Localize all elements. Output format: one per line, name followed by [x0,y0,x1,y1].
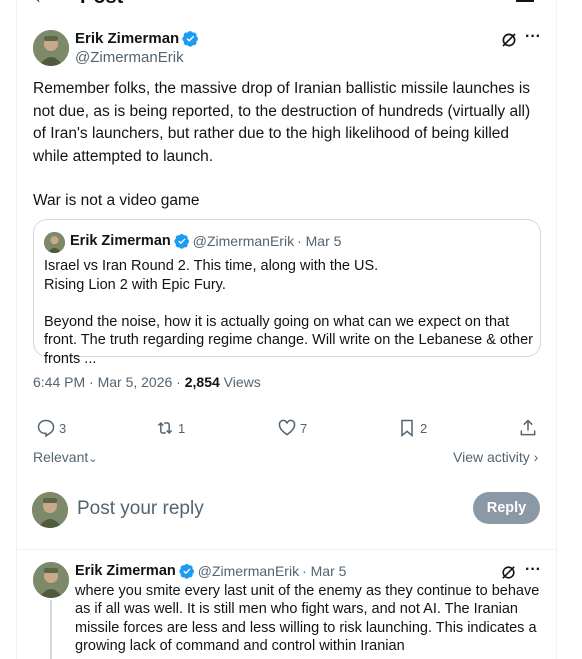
views-label: Views [219,374,261,390]
bookmark-count: 2 [420,420,428,436]
repost-count: 1 [178,420,186,436]
verified-badge-icon [174,234,189,249]
quote-date: · Mar 5 [297,233,342,249]
more-options-icon[interactable]: ··· [525,28,541,46]
action-bar: 3 1 7 2 [33,418,543,442]
views-count: 2,854 [184,374,220,390]
author-handle[interactable]: @ZimermanErik [75,49,184,66]
post-paragraph-2: War is not a video game [33,192,200,209]
view-activity-link[interactable]: View activity › [453,449,538,465]
reply-author-handle: @ZimermanErik [197,563,300,579]
quote-line-3: Beyond the noise, how it is actually goi… [44,313,533,367]
composer-avatar [32,492,68,528]
chevron-down-icon: ⌄ [88,453,98,465]
reply-text: where you smite every last unit of the e… [75,583,540,654]
reply-count: 3 [59,420,67,436]
verified-badge-icon [182,31,199,47]
post-timestamp[interactable]: 6:44 PM · Mar 5, 2026 · [33,374,185,390]
more-options-icon[interactable]: ··· [525,561,541,579]
thread-connector [50,600,52,659]
repost-action[interactable]: 1 [155,418,185,438]
reply-avatar[interactable] [33,562,69,598]
reply-icon [37,419,55,438]
reply-author-name[interactable]: Erik Zimerman @ZimermanErik · Mar 5 [75,563,346,579]
reply-date: · Mar 5 [302,563,347,579]
post-meta: 6:44 PM · Mar 5, 2026 · 2,854 Views [33,374,261,390]
reply-author-name-text: Erik Zimerman [75,563,176,579]
grok-icon[interactable] [500,31,518,49]
back-arrow-icon[interactable]: ← [32,0,52,9]
like-count: 7 [300,420,308,436]
quote-line-2: Rising Lion 2 with Epic Fury. [44,276,226,293]
quoted-post[interactable]: Erik Zimerman @ZimermanErik · Mar 5 Isra… [33,219,541,367]
sort-label: Relevant [33,449,89,465]
quote-avatar [44,232,65,253]
post-paragraph-1: Remember folks, the massive drop of Iran… [33,80,531,165]
like-action[interactable]: 7 [277,418,307,438]
quote-author-handle: @ZimermanErik [192,233,295,249]
chevron-right-icon: › [533,449,539,465]
post-text: Remember folks, the massive drop of Iran… [33,78,543,213]
sort-relevant-dropdown[interactable]: Relevant⌄ [33,449,97,465]
verified-badge-icon [179,564,194,579]
quote-author-name-text: Erik Zimerman [70,233,171,249]
heart-icon [278,419,296,436]
author-name[interactable]: Erik Zimerman [75,30,199,47]
repost-icon [157,421,173,435]
grok-icon[interactable] [500,564,517,581]
page-title: Post [80,0,123,9]
reply-input[interactable]: Post your reply [77,498,204,520]
bookmark-icon [401,419,413,438]
author-name-text: Erik Zimerman [75,30,180,47]
top-bar: ← Post [0,0,582,8]
reply-button[interactable]: Reply [473,492,540,524]
view-activity-label: View activity [453,449,530,465]
share-icon [520,419,536,436]
quote-text: Israel vs Iran Round 2. This time, along… [44,257,534,368]
share-tray-icon[interactable] [516,0,534,2]
quote-author-name: Erik Zimerman @ZimermanErik · Mar 5 [70,233,341,249]
bookmark-action[interactable]: 2 [397,418,427,438]
reply-action[interactable]: 3 [36,418,66,438]
reply-composer: Post your reply Reply [16,480,557,550]
avatar[interactable] [33,30,69,66]
share-action[interactable] [518,418,538,438]
quote-line-1: Israel vs Iran Round 2. This time, along… [44,258,379,274]
